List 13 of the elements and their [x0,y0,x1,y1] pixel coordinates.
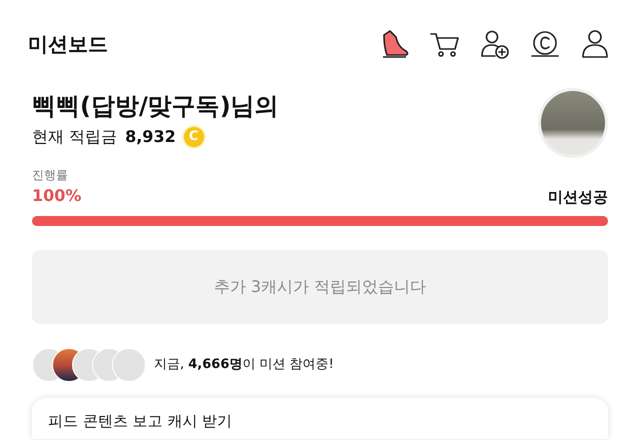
default-avatar-icon [112,348,146,382]
progress-percent: 100% [32,185,82,207]
points-label: 현재 적립금 [32,126,118,148]
progress-label: 진행률 [32,167,69,184]
participants-text: 지금, 4,666명이 미션 참여중! [154,356,334,374]
mission-status: 미션성공 [548,186,608,208]
points-value: 8,932 [125,126,176,148]
feed-card[interactable]: 피드 콘텐츠 보고 캐시 받기 [32,398,608,438]
notice-message: 추가 3캐시가 적립되었습니다 [32,250,608,324]
card-title: 피드 콘텐츠 보고 캐시 받기 [48,411,234,432]
user-name: 삑삑(답방/맞구독)님의 [32,92,279,121]
page-title: 미션보드 [28,31,108,58]
coin-icon: C [184,126,204,147]
